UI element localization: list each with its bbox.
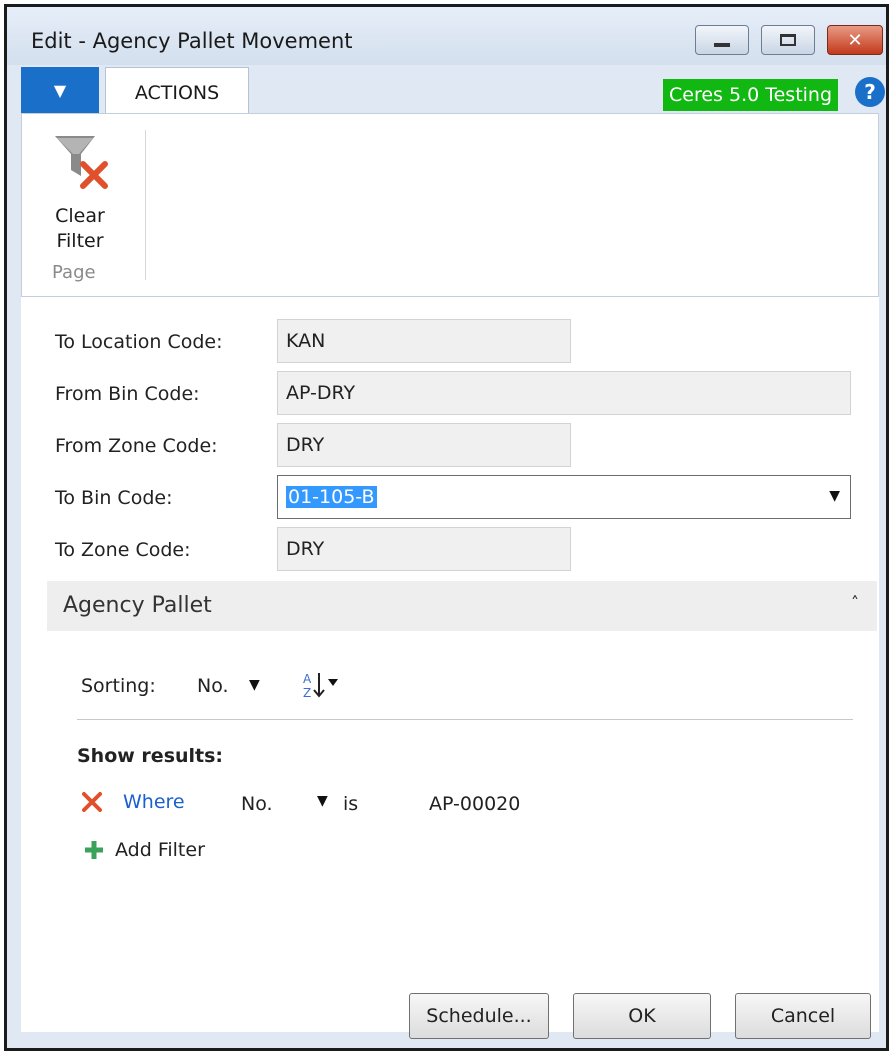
clear-filter-icon — [55, 136, 108, 189]
ribbon-tab-strip: ▼ ACTIONS Ceres 5.0 Testing ? — [21, 65, 885, 117]
filter-field-selector[interactable]: No. — [241, 793, 273, 815]
add-filter-link[interactable]: Add Filter — [115, 839, 205, 861]
to-location-code-label: To Location Code: — [55, 331, 223, 353]
filter-operator: is — [343, 793, 359, 815]
clear-filter-label-line1: Clear — [55, 205, 105, 227]
sort-field-dropdown-icon[interactable]: ▼ — [249, 677, 260, 693]
svg-text:A: A — [303, 672, 312, 686]
from-zone-code-value: DRY — [286, 434, 325, 456]
schedule-button[interactable]: Schedule... — [409, 993, 549, 1039]
tab-actions[interactable]: ACTIONS — [105, 67, 249, 117]
title-bar: Edit - Agency Pallet Movement ✕ — [7, 7, 886, 65]
chevron-up-icon[interactable]: ˄ — [851, 593, 859, 612]
help-icon[interactable]: ? — [855, 77, 885, 107]
to-location-code-value: KAN — [286, 330, 326, 352]
window-title: Edit - Agency Pallet Movement — [31, 29, 353, 53]
remove-filter-icon[interactable] — [81, 791, 103, 813]
maximize-icon — [780, 34, 796, 46]
clear-filter-label: Clear Filter — [40, 204, 120, 254]
to-bin-code-label: To Bin Code: — [55, 487, 173, 509]
filter-field-dropdown-icon[interactable]: ▼ — [317, 793, 328, 809]
ribbon-group-label: Page — [52, 262, 96, 283]
to-zone-code-field: DRY — [277, 527, 571, 571]
ribbon-body: Clear Filter Page — [21, 113, 879, 297]
minimize-icon — [714, 43, 730, 47]
from-bin-code-label: From Bin Code: — [55, 383, 200, 405]
clear-filter-label-line2: Filter — [56, 230, 104, 252]
to-location-code-field: KAN — [277, 319, 571, 363]
cancel-button[interactable]: Cancel — [735, 993, 871, 1039]
ribbon-group-separator — [145, 130, 146, 280]
agency-pallet-fasttab[interactable]: Agency Pallet ˄ — [47, 581, 877, 631]
sorting-label: Sorting: — [81, 675, 156, 697]
from-zone-code-label: From Zone Code: — [55, 435, 218, 457]
to-zone-code-label: To Zone Code: — [55, 539, 191, 561]
from-bin-code-value: AP-DRY — [286, 382, 356, 404]
to-bin-code-field[interactable]: 01-105-B ▼ — [277, 475, 851, 519]
plus-icon[interactable] — [85, 841, 103, 859]
filter-divider — [77, 719, 853, 720]
sort-field-selector[interactable]: No. — [197, 675, 229, 697]
fasttab-title: Agency Pallet — [63, 593, 212, 618]
chevron-down-icon: ▼ — [53, 80, 67, 100]
maximize-button[interactable] — [761, 25, 815, 55]
minimize-button[interactable] — [695, 25, 749, 55]
clear-filter-button[interactable]: Clear Filter — [40, 130, 120, 260]
dropdown-arrow-icon[interactable]: ▼ — [829, 488, 840, 504]
dialog-window: Edit - Agency Pallet Movement ✕ ▼ ACTION… — [4, 4, 889, 1051]
environment-badge: Ceres 5.0 Testing — [663, 79, 839, 111]
from-bin-code-field: AP-DRY — [277, 371, 851, 415]
filter-where-link[interactable]: Where — [123, 791, 185, 813]
application-menu-button[interactable]: ▼ — [21, 67, 99, 113]
filter-value[interactable]: AP-00020 — [429, 793, 520, 815]
to-bin-code-value[interactable]: 01-105-B — [286, 486, 377, 508]
svg-text:Z: Z — [303, 686, 311, 700]
ok-button[interactable]: OK — [573, 993, 711, 1039]
page-content: To Location Code: KAN From Bin Code: AP-… — [21, 297, 879, 1039]
close-icon: ✕ — [847, 29, 863, 51]
close-button[interactable]: ✕ — [827, 25, 883, 55]
to-zone-code-value: DRY — [286, 538, 325, 560]
sort-ascending-icon[interactable]: A Z — [301, 669, 341, 701]
show-results-heading: Show results: — [77, 745, 224, 767]
from-zone-code-field: DRY — [277, 423, 571, 467]
